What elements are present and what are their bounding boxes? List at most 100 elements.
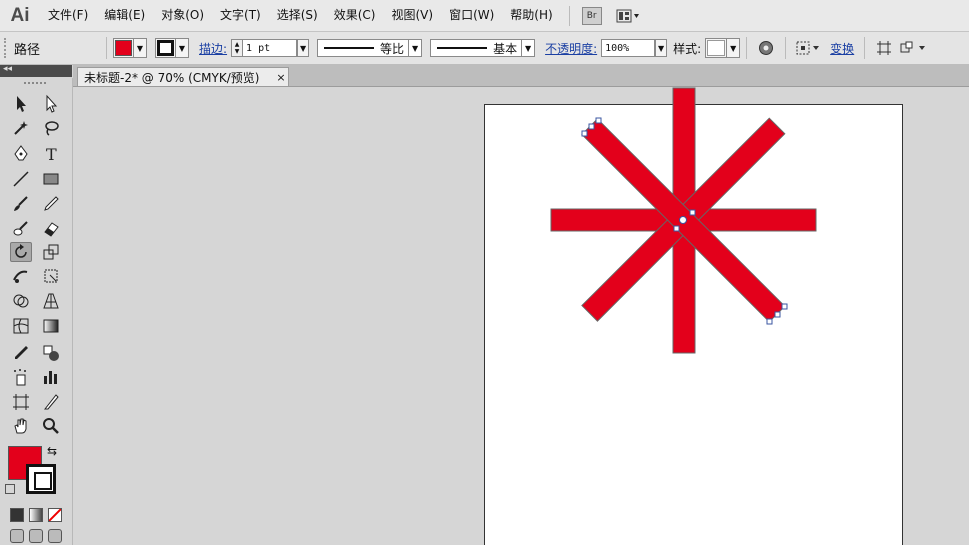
pencil-icon (44, 196, 59, 211)
stroke-color-box[interactable] (26, 464, 56, 494)
lasso-icon (45, 121, 59, 136)
eyedropper-tool[interactable] (10, 343, 32, 363)
workspace-switcher[interactable] (616, 8, 640, 24)
selection-type-label: 路径 (14, 42, 41, 58)
rotate-tool[interactable] (10, 242, 32, 262)
opacity-dropdown[interactable]: ▼ (655, 39, 668, 57)
eraser-icon (44, 222, 59, 237)
draw-behind-icon[interactable] (29, 529, 43, 543)
separator (864, 37, 866, 59)
slice-tool[interactable] (40, 392, 62, 412)
bridge-button[interactable]: Br (581, 6, 602, 25)
opacity-input[interactable]: 100% (601, 39, 656, 57)
menu-object[interactable]: 对象(O) (153, 0, 212, 31)
swap-fill-stroke-icon[interactable]: ⇆ (47, 444, 57, 458)
color-mode-icon[interactable] (10, 508, 24, 522)
symbol-sprayer-tool[interactable] (10, 367, 32, 387)
anchor-point[interactable] (673, 225, 680, 232)
toolbox-header[interactable]: ◂◂ (0, 64, 72, 77)
perspective-grid-tool[interactable] (40, 291, 62, 311)
default-fill-stroke-icon[interactable] (5, 484, 15, 494)
chevron-down-icon: ▼ (175, 39, 188, 57)
stroke-weight-stepper[interactable]: ▲ ▼ (231, 39, 244, 57)
anchor-point[interactable] (588, 123, 595, 130)
lasso-tool[interactable] (40, 118, 62, 138)
mesh-tool[interactable] (10, 316, 32, 336)
type-tool[interactable]: T (40, 144, 62, 164)
anchor-point[interactable] (689, 209, 696, 216)
anchor-point[interactable] (766, 318, 773, 325)
eraser-tool[interactable] (40, 219, 62, 239)
anchor-point[interactable] (581, 130, 588, 137)
menu-effect[interactable]: 效果(C) (326, 0, 384, 31)
zoom-tool[interactable] (40, 416, 62, 436)
menu-help[interactable]: 帮助(H) (502, 0, 560, 31)
artboard-tool[interactable] (10, 392, 32, 412)
anchor-point[interactable] (781, 303, 788, 310)
layout-icon (616, 9, 639, 22)
graphic-style-dropdown[interactable]: ▼ (705, 38, 741, 58)
align-options-button[interactable] (794, 37, 824, 59)
paintbrush-tool[interactable] (10, 194, 32, 214)
none-mode-icon[interactable] (48, 508, 62, 522)
direct-selection-tool[interactable] (40, 94, 62, 114)
separator (785, 37, 787, 59)
variable-width-profile-dropdown[interactable]: 等比 ▼ (317, 39, 423, 57)
artboard-icon (13, 394, 29, 410)
pencil-tool[interactable] (40, 194, 62, 214)
stroke-weight-dropdown[interactable]: ▼ (297, 39, 310, 57)
panel-menu-button[interactable] (899, 37, 929, 59)
menu-bar: Ai 文件(F) 编辑(E) 对象(O) 文字(T) 选择(S) 效果(C) 视… (0, 0, 969, 32)
close-icon[interactable]: × (274, 71, 288, 84)
free-transform-tool[interactable] (40, 266, 62, 286)
toolbox-grip[interactable] (24, 82, 46, 87)
menu-window[interactable]: 窗口(W) (441, 0, 502, 31)
isolate-button[interactable] (873, 37, 895, 59)
draw-inside-icon[interactable] (48, 529, 62, 543)
menu-view[interactable]: 视图(V) (383, 0, 441, 31)
document-tab[interactable]: 未标题-2* @ 70% (CMYK/预览) × (77, 67, 289, 86)
canvas-workspace[interactable] (73, 87, 969, 545)
double-chevron-icon[interactable]: ◂◂ (3, 64, 12, 74)
warp-tool[interactable] (10, 266, 32, 286)
gradient-mode-icon[interactable] (29, 508, 43, 522)
shape-builder-tool[interactable] (10, 291, 32, 311)
color-wheel-icon (759, 41, 774, 55)
blend-tool[interactable] (40, 343, 62, 363)
menu-type[interactable]: 文字(T) (212, 0, 269, 31)
column-graph-tool[interactable] (40, 367, 62, 387)
fill-color-dropdown[interactable]: ▼ (113, 38, 147, 58)
anchor-point[interactable] (774, 311, 781, 318)
menu-separator (568, 5, 570, 26)
selection-tool[interactable] (10, 94, 32, 114)
symbol-sprayer-icon (14, 369, 26, 386)
transform-label-link[interactable]: 变换 (830, 40, 854, 57)
draw-normal-icon[interactable] (10, 529, 24, 543)
mesh-icon (13, 318, 29, 334)
blob-brush-tool[interactable] (10, 219, 32, 239)
control-bar-grip[interactable] (4, 38, 10, 58)
menu-file[interactable]: 文件(F) (40, 0, 96, 31)
warp-icon (13, 270, 28, 283)
rectangle-tool[interactable] (40, 169, 62, 189)
menu-edit[interactable]: 编辑(E) (96, 0, 153, 31)
menu-select[interactable]: 选择(S) (269, 0, 326, 31)
fill-swatch (115, 40, 132, 56)
recolor-artwork-button[interactable] (755, 37, 777, 59)
hand-tool[interactable] (10, 416, 32, 436)
line-tool[interactable] (10, 169, 32, 189)
brush-definition-dropdown[interactable]: 基本 ▼ (430, 39, 536, 57)
stroke-color-dropdown[interactable]: ▼ (155, 38, 189, 58)
pen-tool[interactable] (10, 144, 32, 164)
gradient-tool[interactable] (40, 316, 62, 336)
scale-tool[interactable] (40, 242, 62, 262)
style-label: 样式: (673, 41, 702, 56)
magic-wand-tool[interactable] (10, 118, 32, 138)
chevron-down-icon: ▼ (408, 39, 421, 57)
stroke-label-link[interactable]: 描边: (199, 40, 227, 57)
stroke-weight-input[interactable]: 1 pt (243, 39, 298, 57)
center-point[interactable] (679, 216, 687, 224)
anchor-point[interactable] (595, 117, 602, 124)
opacity-label-link[interactable]: 不透明度: (545, 40, 597, 57)
chevron-down-icon: ▼ (726, 39, 739, 57)
